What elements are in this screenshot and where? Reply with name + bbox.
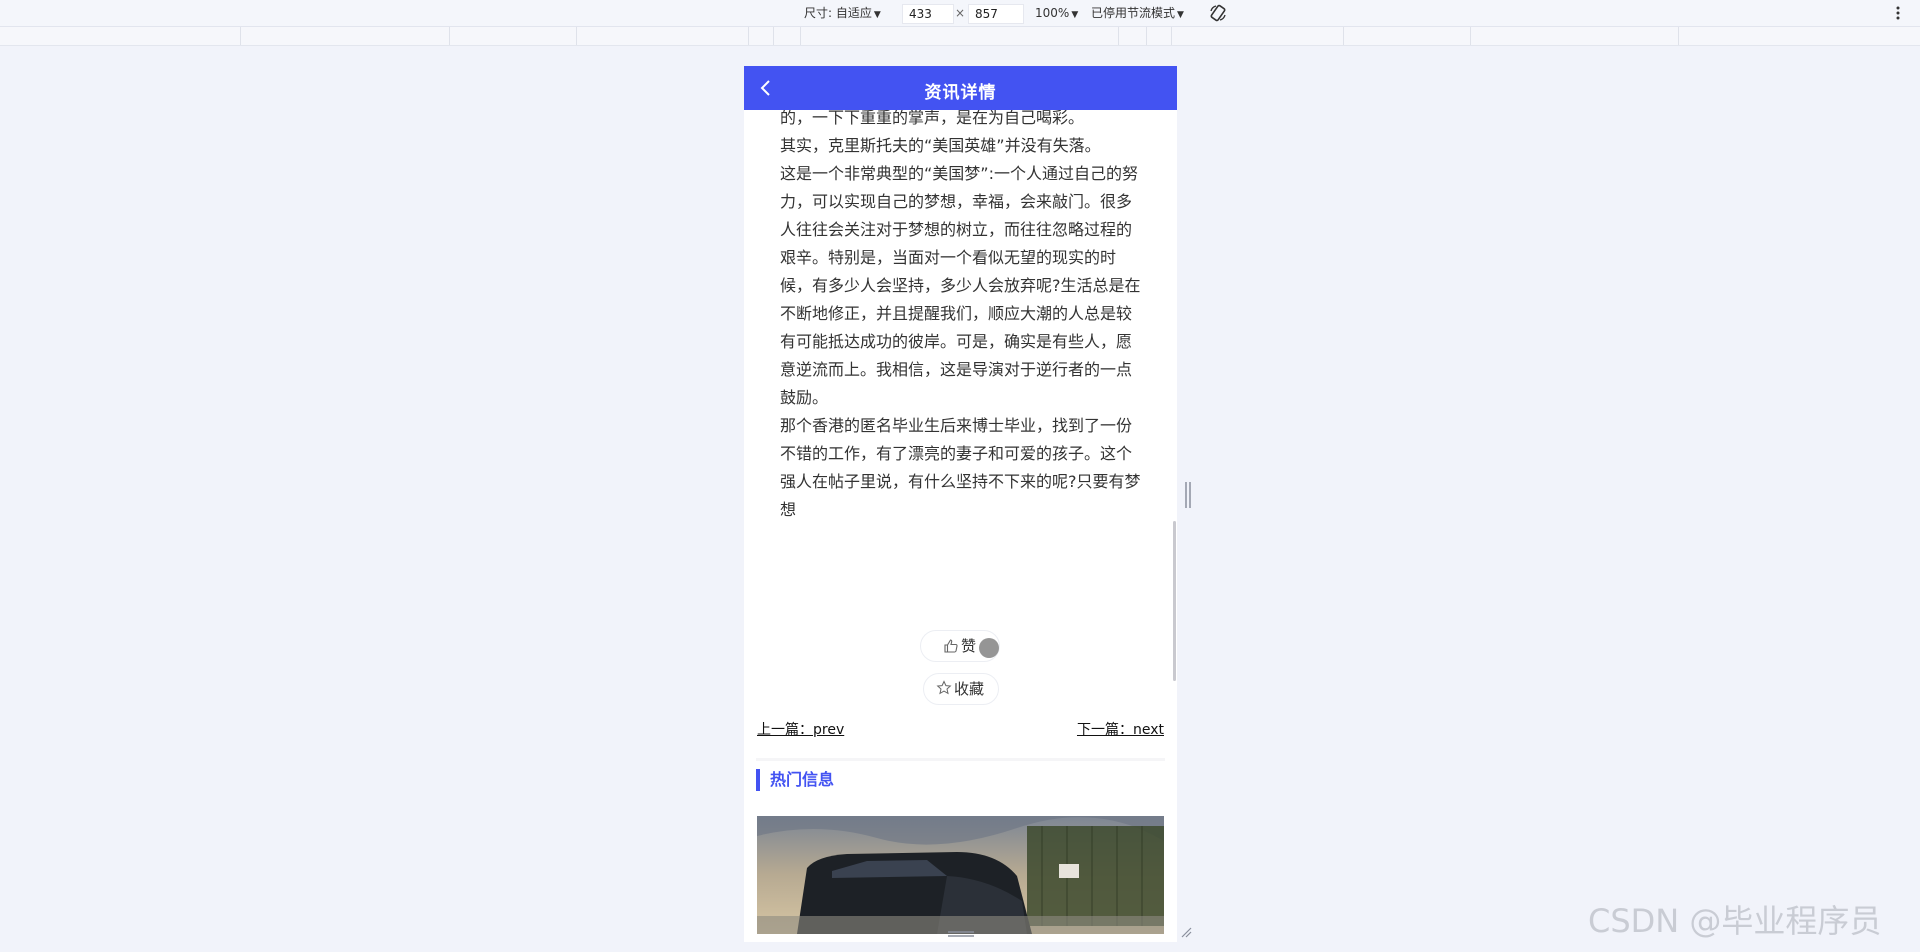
article-content: 的，一下下重重的掌声，是在为自己喝彩。 其实，克里斯托夫的“美国英雄”并没有失落… — [780, 104, 1144, 524]
article-paragraph: 其实，克里斯托夫的“美国英雄”并没有失落。 — [780, 136, 1101, 155]
like-label: 赞 — [961, 637, 977, 655]
resize-handle-corner[interactable] — [1180, 926, 1192, 938]
caret-down-icon: ▼ — [873, 10, 881, 20]
nav-bar: 资讯详情 — [744, 66, 1177, 110]
times-sign: × — [955, 6, 966, 20]
kebab-menu-icon[interactable] — [1894, 3, 1902, 23]
ruler-segment[interactable] — [748, 27, 749, 45]
resize-handle-bottom[interactable] — [948, 930, 974, 938]
ruler-segment[interactable] — [1343, 27, 1344, 45]
caret-down-icon: ▼ — [1071, 10, 1079, 20]
section-divider — [756, 758, 1165, 761]
article-paragraph: 这是一个非常典型的“美国梦”:一个人通过自己的努力，可以实现自己的梦想，幸福，会… — [780, 164, 1141, 407]
ruler-segment[interactable] — [449, 27, 450, 45]
prev-article-link[interactable]: 上一篇：prev — [757, 719, 844, 739]
zoom-label: 100% — [1035, 6, 1070, 20]
zoom-dropdown[interactable]: 100% ▼ — [1035, 5, 1078, 21]
ruler-segment[interactable] — [240, 27, 241, 45]
device-viewport: 资讯详情 的，一下下重重的掌声，是在为自己喝彩。 其实，克里斯托夫的“美国英雄”… — [744, 66, 1177, 942]
touch-cursor — [979, 638, 999, 658]
page-title: 资讯详情 — [924, 83, 997, 103]
dimensions-dropdown[interactable]: 尺寸: 自适应 ▼ — [804, 5, 881, 21]
ruler-segment[interactable] — [576, 27, 577, 45]
star-icon — [936, 680, 952, 695]
ruler-segment[interactable] — [1470, 27, 1471, 45]
caret-down-icon: ▼ — [1177, 10, 1184, 20]
article-paragraph: 那个香港的匿名毕业生后来博士毕业，找到了一份不错的工作，有了漂亮的妻子和可爱的孩… — [780, 416, 1141, 519]
width-input[interactable]: 433 — [902, 4, 954, 24]
dimensions-label: 尺寸: 自适应 — [804, 6, 872, 20]
resize-handle-right[interactable] — [1184, 482, 1192, 508]
ruler-segment[interactable] — [1678, 27, 1679, 45]
media-query-bar[interactable] — [0, 27, 1920, 46]
ruler-segment[interactable] — [1118, 27, 1119, 45]
ruler-segment[interactable] — [773, 27, 774, 45]
thumbs-up-icon — [944, 639, 958, 653]
watermark: CSDN @毕业程序员 — [1588, 902, 1882, 940]
favorite-label: 收藏 — [954, 680, 985, 698]
devtools-toolbar: 尺寸: 自适应 ▼ 433 × 857 100% ▼ 已停用节流模式 ▼ — [0, 0, 1920, 27]
ruler-segment[interactable] — [1146, 27, 1147, 45]
ruler-segment[interactable] — [800, 27, 801, 45]
height-input[interactable]: 857 — [968, 4, 1024, 24]
throttle-label: 已停用节流模式 — [1091, 6, 1176, 20]
rotate-icon[interactable] — [1208, 3, 1228, 23]
favorite-button[interactable]: 收藏 — [923, 673, 999, 705]
throttle-dropdown[interactable]: 已停用节流模式 ▼ — [1091, 5, 1184, 21]
ruler-segment[interactable] — [1171, 27, 1172, 45]
next-article-link[interactable]: 下一篇：next — [1077, 719, 1164, 739]
hot-section-title: 热门信息 — [756, 769, 834, 791]
hot-item-image[interactable] — [757, 816, 1164, 934]
page-scrollbar[interactable] — [1173, 521, 1176, 681]
